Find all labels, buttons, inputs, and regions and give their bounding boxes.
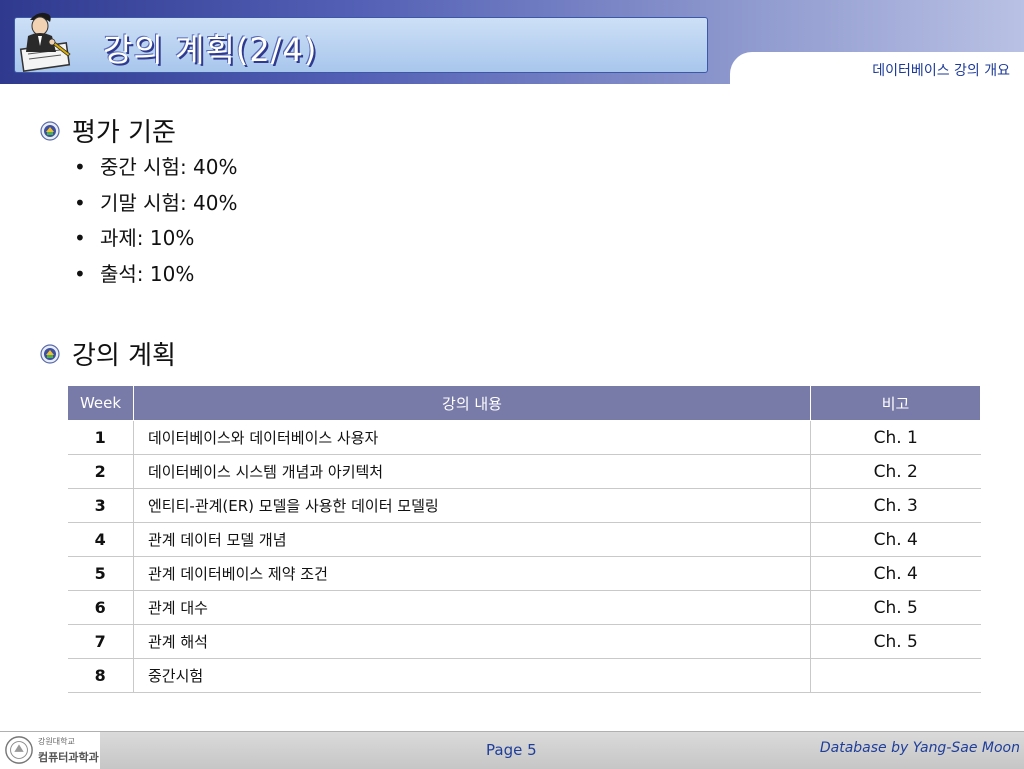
week-cell: 8	[67, 658, 134, 693]
week-cell: 5	[67, 556, 134, 591]
list-item: 중간 시험: 40%	[72, 150, 238, 186]
content-cell: 중간시험	[133, 658, 811, 693]
note-cell: Ch. 4	[810, 522, 981, 557]
column-header-note: 비고	[810, 385, 981, 421]
table-header-row: Week 강의 내용 비고	[67, 385, 981, 421]
footer-logo: 강원대학교 컴퓨터과학과	[0, 732, 100, 769]
column-header-week: Week	[67, 385, 134, 421]
week-cell: 6	[67, 590, 134, 625]
content-cell: 데이터베이스와 데이터베이스 사용자	[133, 420, 811, 455]
lecturer-writing-icon	[19, 12, 71, 72]
footer-credit: Database by Yang-Sae Moon	[819, 740, 1020, 756]
list-item: 출석: 10%	[72, 257, 238, 293]
content-cell: 관계 데이터베이스 제약 조건	[133, 556, 811, 591]
section-evaluation-title: 평가 기준	[72, 118, 176, 148]
column-header-content: 강의 내용	[133, 385, 811, 421]
note-cell: Ch. 4	[810, 556, 981, 591]
footer-logo-text-2: 컴퓨터과학과	[38, 751, 99, 764]
table-row: 2 데이터베이스 시스템 개념과 아키텍처 Ch. 2	[67, 454, 981, 489]
week-cell: 7	[67, 624, 134, 659]
table-row: 1 데이터베이스와 데이터베이스 사용자 Ch. 1	[67, 420, 981, 455]
section-plan-title: 강의 계획	[72, 341, 176, 371]
table-row: 4 관계 데이터 모델 개념 Ch. 4	[67, 522, 981, 557]
header-tab: 데이터베이스 강의 개요	[730, 52, 1024, 84]
list-item: 기말 시험: 40%	[72, 186, 238, 222]
lecture-plan-table: Week 강의 내용 비고 1 데이터베이스와 데이터베이스 사용자 Ch. 1…	[67, 385, 981, 693]
week-cell: 2	[67, 454, 134, 489]
evaluation-list: 중간 시험: 40% 기말 시험: 40% 과제: 10% 출석: 10%	[72, 150, 238, 292]
section-plan: 강의 계획	[40, 335, 176, 372]
note-cell: Ch. 5	[810, 624, 981, 659]
university-emblem-icon	[40, 343, 60, 364]
university-emblem-icon	[40, 120, 60, 141]
section-evaluation: 평가 기준	[40, 112, 176, 149]
note-cell: Ch. 2	[810, 454, 981, 489]
content-cell: 관계 대수	[133, 590, 811, 625]
university-seal-icon	[5, 736, 33, 764]
header-subtitle: 데이터베이스 강의 개요	[872, 63, 1010, 79]
table-row: 6 관계 대수 Ch. 5	[67, 590, 981, 625]
table-row: 8 중간시험	[67, 658, 981, 693]
week-cell: 1	[67, 420, 134, 455]
table-row: 3 엔티티-관계(ER) 모델을 사용한 데이터 모델링 Ch. 3	[67, 488, 981, 523]
note-cell	[810, 658, 981, 693]
note-cell: Ch. 1	[810, 420, 981, 455]
note-cell: Ch. 5	[810, 590, 981, 625]
content-cell: 엔티티-관계(ER) 모델을 사용한 데이터 모델링	[133, 488, 811, 523]
list-item: 과제: 10%	[72, 221, 238, 257]
content-cell: 관계 해석	[133, 624, 811, 659]
week-cell: 3	[67, 488, 134, 523]
footer-logo-text-1: 강원대학교	[38, 737, 75, 746]
content-cell: 데이터베이스 시스템 개념과 아키텍처	[133, 454, 811, 489]
content-cell: 관계 데이터 모델 개념	[133, 522, 811, 557]
page-number: Page 5	[486, 741, 537, 759]
title-box: 강의 계획(2/4)	[14, 17, 708, 73]
footer-bar: 강원대학교 컴퓨터과학과 Page 5 Database by Yang-Sae…	[0, 731, 1024, 769]
table-row: 5 관계 데이터베이스 제약 조건 Ch. 4	[67, 556, 981, 591]
table-row: 7 관계 해석 Ch. 5	[67, 624, 981, 659]
week-cell: 4	[67, 522, 134, 557]
slide-title: 강의 계획(2/4)	[103, 31, 318, 69]
note-cell: Ch. 3	[810, 488, 981, 523]
